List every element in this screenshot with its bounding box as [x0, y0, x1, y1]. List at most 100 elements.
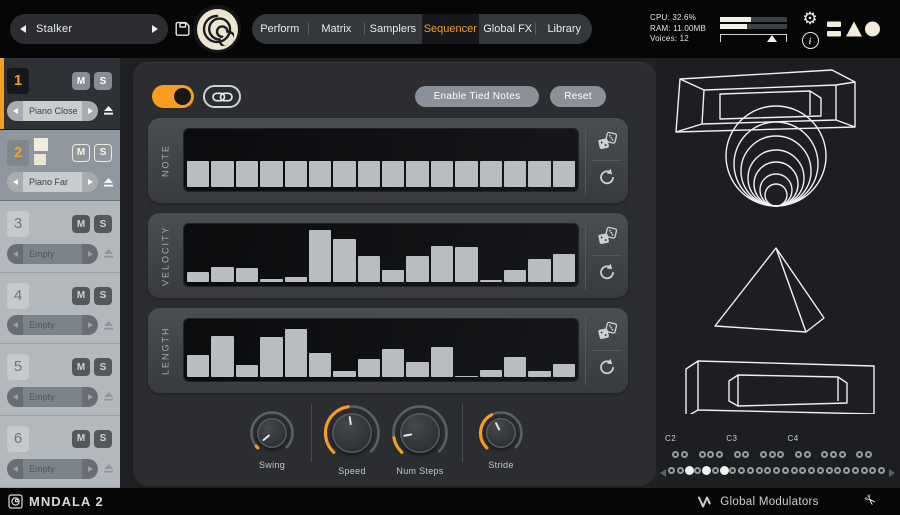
tab-samplers[interactable]: Samplers	[365, 14, 421, 44]
sampler-slot-2[interactable]: 2 M S Piano Far	[0, 129, 120, 202]
step-bar[interactable]	[406, 361, 429, 377]
white-key-dot[interactable]	[843, 467, 850, 474]
knob-swing[interactable]: Swing	[249, 410, 295, 470]
step-bar[interactable]	[382, 270, 405, 282]
prev-preset-arrow-icon[interactable]	[7, 386, 23, 407]
white-key-dot[interactable]	[694, 467, 702, 474]
white-key-dot[interactable]	[869, 467, 877, 474]
prev-preset-arrow-icon[interactable]	[7, 172, 23, 193]
white-key-dot[interactable]	[825, 467, 833, 474]
black-key-dot[interactable]	[733, 451, 741, 458]
next-preset-arrow-icon[interactable]	[82, 243, 98, 264]
prev-preset-arrow-icon[interactable]	[7, 458, 23, 479]
knob-num-steps[interactable]: Num Steps	[391, 404, 449, 476]
randomize-button[interactable]	[586, 221, 628, 255]
next-preset-arrow-icon[interactable]	[82, 172, 98, 193]
black-key-dot[interactable]	[672, 451, 680, 458]
step-bar[interactable]	[260, 337, 283, 377]
step-bar[interactable]	[552, 254, 575, 282]
reset-button[interactable]: Reset	[550, 86, 606, 107]
black-key-dot[interactable]	[856, 451, 864, 458]
solo-button[interactable]: S	[94, 429, 112, 448]
prev-preset-arrow-icon[interactable]	[7, 315, 23, 336]
white-key-dot[interactable]	[711, 467, 719, 474]
step-bar[interactable]	[503, 161, 527, 187]
footer-modulators[interactable]: Global Modulators	[658, 488, 858, 515]
step-bar[interactable]	[260, 161, 283, 187]
step-bar[interactable]	[357, 358, 380, 377]
step-display[interactable]	[183, 223, 579, 287]
step-bar[interactable]	[406, 255, 429, 282]
next-preset-arrow-icon[interactable]	[82, 315, 98, 336]
step-bar[interactable]	[308, 229, 332, 282]
step-bar[interactable]	[284, 328, 307, 377]
scissors-icon[interactable]: ✂	[860, 490, 880, 510]
black-key-dot[interactable]	[707, 451, 715, 458]
step-bar[interactable]	[552, 161, 575, 187]
info-icon[interactable]: i	[801, 32, 819, 49]
step-bar[interactable]	[430, 347, 454, 377]
black-key-dot[interactable]	[742, 451, 750, 458]
black-key-dot[interactable]	[794, 451, 802, 458]
tab-matrix[interactable]: Matrix	[309, 14, 365, 44]
tab-library[interactable]: Library	[536, 14, 592, 44]
black-key-dot[interactable]	[803, 451, 811, 458]
mute-button[interactable]: M	[72, 143, 90, 162]
tab-sequencer[interactable]: Sequencer	[421, 14, 479, 44]
solo-button[interactable]: S	[94, 215, 112, 234]
eject-icon[interactable]	[103, 105, 114, 116]
white-key-dot[interactable]	[878, 467, 885, 474]
eject-icon[interactable]	[103, 463, 114, 474]
step-bar[interactable]	[284, 161, 307, 187]
step-bar[interactable]	[235, 365, 259, 377]
white-key-dot[interactable]	[764, 467, 772, 474]
mute-button[interactable]: M	[72, 429, 90, 448]
step-bar[interactable]	[235, 161, 259, 187]
step-bar[interactable]	[308, 353, 332, 377]
black-key-dot[interactable]	[698, 451, 706, 458]
step-bar[interactable]	[528, 161, 551, 187]
keyboard-right-arrow-icon[interactable]	[889, 464, 895, 482]
mute-button[interactable]: M	[72, 358, 90, 377]
black-key-dot[interactable]	[681, 451, 689, 458]
white-key-dot[interactable]	[860, 467, 868, 474]
sampler-slot-6[interactable]: 6 M S Empty	[0, 415, 120, 488]
step-bar[interactable]	[333, 161, 356, 187]
step-bar[interactable]	[187, 355, 210, 377]
white-key-dot[interactable]	[851, 467, 859, 474]
knob-cap[interactable]	[400, 413, 440, 453]
step-bar[interactable]	[455, 161, 478, 187]
black-key-dot[interactable]	[864, 451, 872, 458]
black-key-dot[interactable]	[821, 451, 829, 458]
step-bar[interactable]	[479, 280, 502, 282]
sampler-slot-3[interactable]: 3 M S Empty	[0, 201, 120, 273]
step-display[interactable]	[183, 128, 579, 192]
master-volume-slider[interactable]	[720, 34, 787, 42]
black-key-dot[interactable]	[716, 451, 724, 458]
white-key-dot[interactable]	[738, 467, 745, 474]
white-key-dot[interactable]	[729, 467, 737, 474]
white-key-dot[interactable]	[816, 467, 824, 474]
step-bar[interactable]	[503, 270, 527, 282]
step-display[interactable]	[183, 318, 579, 382]
white-key-dot[interactable]	[746, 467, 754, 474]
next-preset-arrow-icon[interactable]	[142, 25, 168, 33]
sequencer-power-toggle[interactable]	[152, 85, 194, 108]
preset-selector[interactable]: Empty	[7, 243, 98, 264]
sampler-slot-5[interactable]: 5 M S Empty	[0, 344, 120, 416]
step-bar[interactable]	[308, 161, 332, 187]
preset-selector[interactable]: Empty	[7, 315, 98, 336]
step-bar[interactable]	[455, 246, 478, 282]
black-key-dot[interactable]	[777, 451, 785, 458]
step-bar[interactable]	[260, 279, 283, 282]
white-key-dot[interactable]	[684, 466, 694, 475]
step-bar[interactable]	[284, 277, 307, 282]
white-key-dot[interactable]	[719, 466, 729, 475]
eject-icon[interactable]	[103, 391, 114, 402]
white-key-dot[interactable]	[781, 467, 789, 474]
white-key-dot[interactable]	[799, 467, 807, 474]
preset-selector[interactable]: Piano Close	[7, 100, 98, 121]
white-key-dot[interactable]	[668, 467, 675, 474]
step-bar[interactable]	[479, 369, 502, 377]
save-icon[interactable]	[175, 21, 191, 37]
